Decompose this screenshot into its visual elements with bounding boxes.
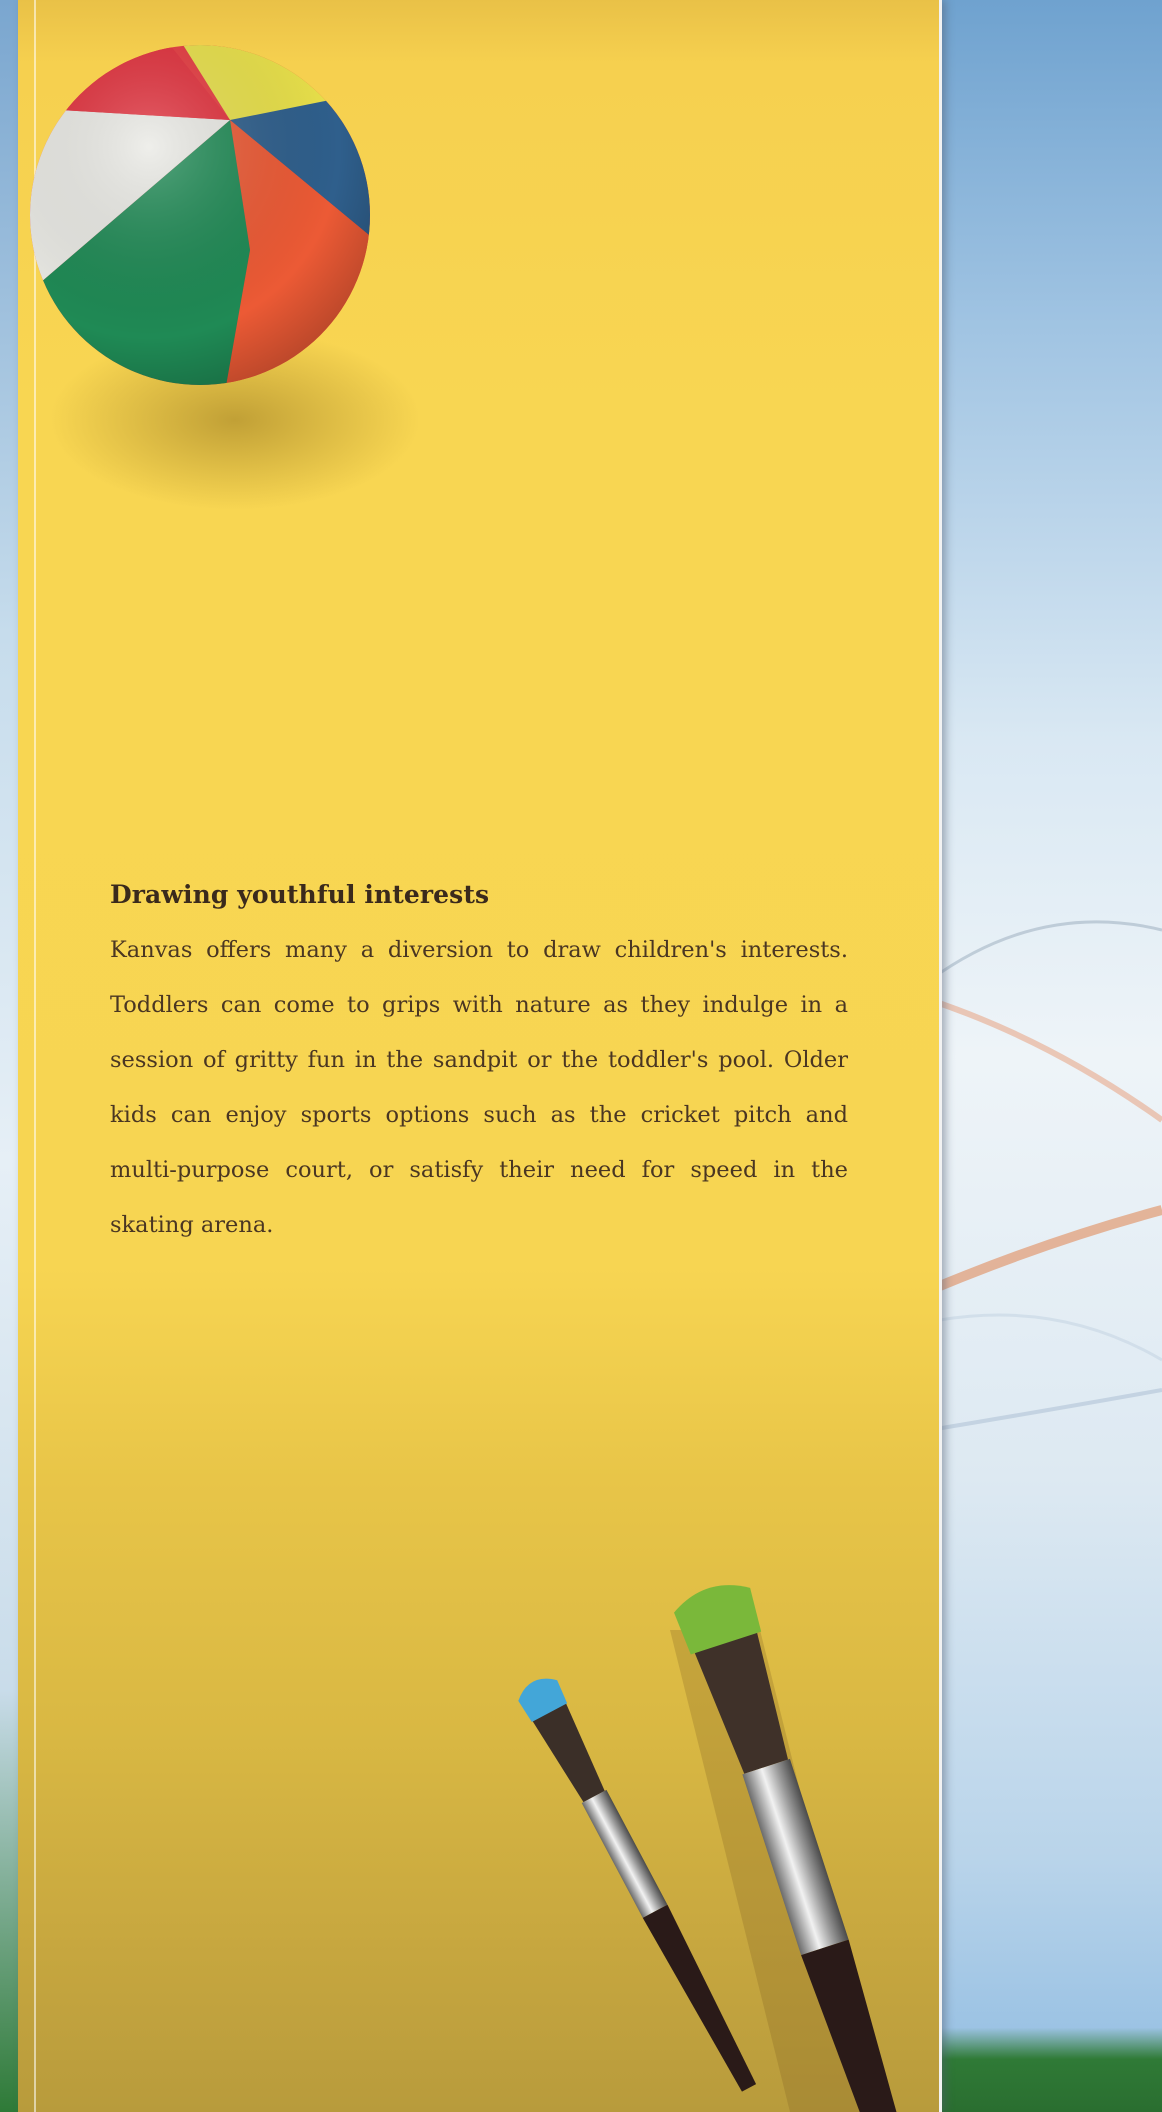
- article: Drawing youthful interests Kanvas offers…: [110, 880, 848, 1253]
- beach-ball-image: [30, 45, 420, 510]
- article-body: Kanvas offers many a diversion to draw c…: [110, 937, 848, 1238]
- paint-brushes-image: [518, 1585, 911, 2112]
- article-heading: Drawing youthful interests: [110, 880, 490, 909]
